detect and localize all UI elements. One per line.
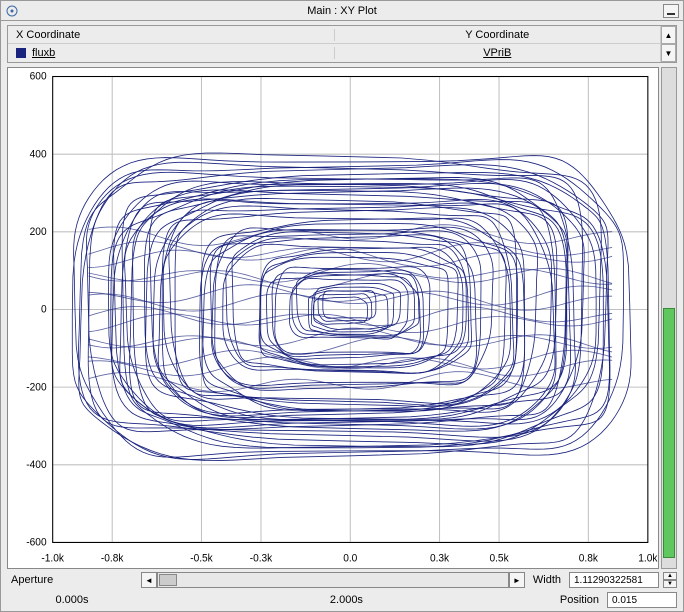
legend-header-y: Y Coordinate — [335, 29, 661, 41]
minimize-button[interactable] — [663, 4, 679, 18]
legend-header-x: X Coordinate — [8, 29, 335, 41]
legend-table: X Coordinate Y Coordinate fluxb VPriB ▲ … — [7, 25, 677, 63]
svg-text:0.3k: 0.3k — [430, 553, 450, 564]
svg-text:600: 600 — [30, 72, 47, 83]
position-label: Position — [556, 594, 603, 606]
legend-scroll-down[interactable]: ▼ — [661, 44, 676, 62]
width-label: Width — [529, 574, 565, 586]
legend-header: X Coordinate Y Coordinate — [8, 26, 660, 44]
svg-text:-600: -600 — [26, 537, 47, 548]
hscroll-right[interactable]: ► — [509, 572, 525, 588]
time-end: 2.000s — [141, 594, 552, 606]
time-start: 0.000s — [7, 594, 137, 606]
xy-plot-window: Main : XY Plot X Coordinate Y Coordinate… — [0, 0, 684, 612]
legend-scrollbar: ▲ ▼ — [660, 26, 676, 62]
hscroll-thumb[interactable] — [159, 574, 177, 586]
horizontal-scrollbar[interactable]: ◄ ► — [141, 572, 525, 588]
vertical-scrollbar[interactable] — [661, 67, 677, 569]
width-spinner: ▲ ▼ — [663, 572, 677, 588]
svg-text:0: 0 — [41, 304, 47, 315]
plot-container: -1.0k -0.8k -0.5k -0.3k 0.0 0.3k 0.5k 0.8k 1.0k -… — [7, 67, 677, 569]
xy-plot[interactable]: -1.0k -0.8k -0.5k -0.3k 0.0 0.3k 0.5k 0.8k 1.0k -… — [7, 67, 659, 569]
svg-text:0.0: 0.0 — [343, 553, 357, 564]
hscroll-track[interactable] — [157, 572, 509, 588]
app-icon — [5, 4, 19, 18]
vscroll-thumb[interactable] — [663, 308, 675, 558]
svg-text:-0.3k: -0.3k — [250, 553, 273, 564]
legend-x-series: fluxb — [32, 47, 55, 59]
legend-row[interactable]: fluxb VPriB — [8, 44, 660, 62]
window-title: Main : XY Plot — [1, 5, 683, 17]
svg-text:-0.5k: -0.5k — [190, 553, 213, 564]
svg-text:200: 200 — [30, 227, 47, 238]
width-up[interactable]: ▲ — [663, 572, 677, 580]
aperture-label: Aperture — [7, 574, 137, 586]
svg-text:0.8k: 0.8k — [579, 553, 599, 564]
svg-text:-400: -400 — [26, 460, 47, 471]
svg-text:-200: -200 — [26, 382, 47, 393]
bottom-bar: Aperture ◄ ► Width ▲ ▼ 0.000s 2.000s Pos… — [7, 571, 677, 609]
position-input[interactable] — [607, 592, 677, 608]
titlebar: Main : XY Plot — [1, 1, 683, 21]
hscroll-left[interactable]: ◄ — [141, 572, 157, 588]
width-down[interactable]: ▼ — [663, 580, 677, 588]
legend-scroll-up[interactable]: ▲ — [661, 26, 676, 44]
svg-text:1.0k: 1.0k — [638, 553, 658, 564]
series-color-swatch — [16, 48, 26, 58]
legend-y-series: VPriB — [483, 47, 511, 59]
svg-text:-1.0k: -1.0k — [41, 553, 64, 564]
svg-text:-0.8k: -0.8k — [101, 553, 124, 564]
width-input[interactable] — [569, 572, 659, 588]
svg-text:400: 400 — [30, 149, 47, 160]
svg-text:0.5k: 0.5k — [489, 553, 509, 564]
